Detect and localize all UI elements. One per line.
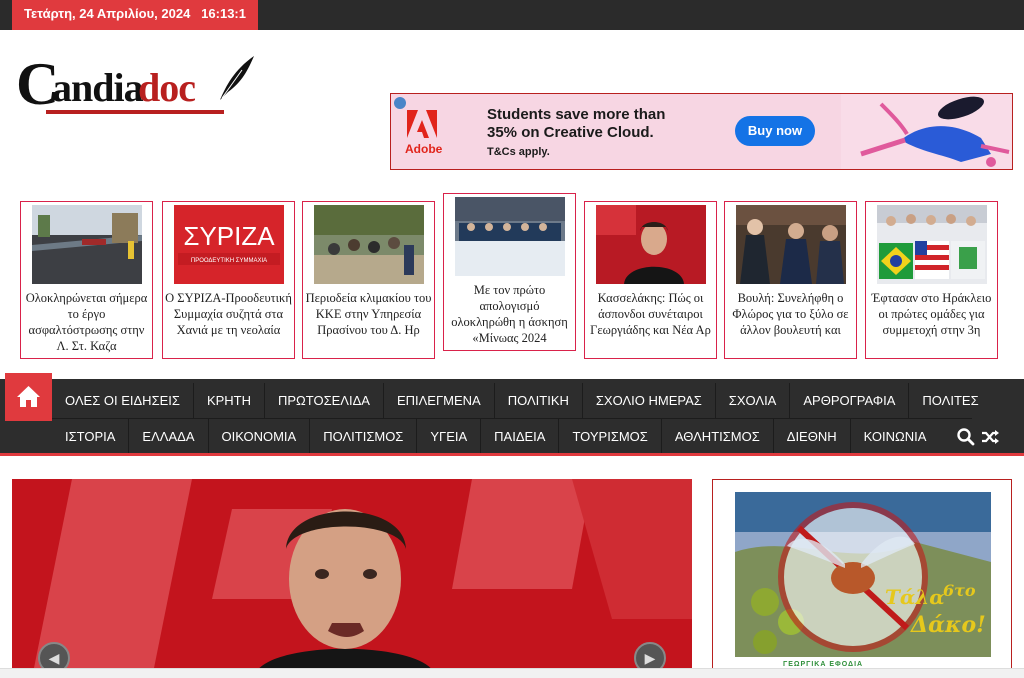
news-card[interactable]: Κασσελάκης: Πώς οι άσπονδοι συνέταιροι Γ…	[584, 201, 717, 359]
home-icon	[17, 386, 40, 407]
nav-item-culture[interactable]: ΠΟΛΙΤΙΣΜΟΣ	[310, 419, 418, 455]
news-card[interactable]: Έφτασαν στο Ηράκλειο οι πρώτες ομάδες γι…	[865, 201, 998, 359]
ad-brand: Adobe	[405, 142, 443, 156]
sidebar-ad[interactable]: Τάλα 6το Δάκο! ΓΕΩΡΓΙΚΑ ΕΦΟΔΙΑ	[712, 479, 1012, 678]
card-thumbnail	[455, 197, 565, 276]
card-title[interactable]: Περιοδεία κλιμακίου του ΚΚΕ στην Υπηρεσί…	[305, 290, 432, 338]
nav-item-politics[interactable]: ΠΟΛΙΤΙΚΗ	[495, 383, 583, 419]
nav-item-comments[interactable]: ΣΧΟΛΙΑ	[716, 383, 791, 419]
olive-fly-ad-graphic: Τάλα 6το Δάκο!	[735, 492, 991, 657]
nav-item-education[interactable]: ΠΑΙΔΕΙΑ	[481, 419, 560, 455]
news-card[interactable]: Ολοκληρώνεται σήμερα το έργο ασφαλτόστρω…	[20, 201, 153, 359]
card-thumbnail	[736, 205, 846, 284]
nav-item-crete[interactable]: ΚΡΗΤΗ	[194, 383, 265, 419]
nav-item-sports[interactable]: ΑΘΛΗΤΙΣΜΟΣ	[662, 419, 774, 455]
ad-terms: T&Cs apply.	[487, 146, 550, 158]
bottom-ad-strip	[0, 668, 1024, 678]
card-title[interactable]: Με τον πρώτο απολογισμό ολοκληρώθη η άσκ…	[446, 282, 573, 346]
sidebar-ad-text-1: Τάλα	[885, 585, 945, 609]
sidebar-ad-image: Τάλα 6το Δάκο!	[735, 492, 991, 657]
quill-icon	[220, 56, 254, 100]
card-thumbnail	[32, 205, 142, 284]
nav-item-selected[interactable]: ΕΠΙΛΕΓΜΕΝΑ	[384, 383, 495, 419]
card-title[interactable]: Ο ΣΥΡΙΖΑ-Προοδευτική Συμμαχία συζητά στα…	[165, 290, 292, 338]
adobe-logo-icon	[407, 110, 437, 138]
ad-buy-now-button[interactable]: Buy now	[735, 116, 815, 146]
ad-illustration	[841, 94, 1012, 169]
search-button[interactable]	[956, 427, 976, 447]
card-thumbnail	[877, 205, 987, 284]
card-title[interactable]: Έφτασαν στο Ηράκλειο οι πρώτες ομάδες γι…	[868, 290, 995, 338]
chevron-right-icon: ▶	[644, 650, 656, 666]
nav-item-society[interactable]: ΚΟΙΝΩΝΙΑ	[851, 419, 940, 455]
news-card[interactable]: Βουλή: Συνελήφθη ο Φλώρος για το ξύλο σε…	[724, 201, 857, 359]
sidebar-ad-text-2: 6το	[943, 581, 976, 600]
nav-item-all-news[interactable]: ΟΛΕΣ ΟΙ ΕΙΔΗΣΕΙΣ	[52, 383, 194, 419]
shuffle-icon	[982, 430, 999, 444]
random-article-button[interactable]	[980, 427, 1000, 447]
nav-item-history[interactable]: ΙΣΤΟΡΙΑ	[52, 419, 130, 455]
sidebar-ad-text-3: Δάκο!	[910, 612, 986, 638]
nav-bottom-accent	[0, 453, 1024, 456]
nav-item-citizens[interactable]: ΠΟΛΙΤΕΣ	[909, 383, 991, 419]
home-button[interactable]	[5, 373, 52, 421]
featured-slider[interactable]	[12, 479, 692, 678]
adobe-ad-banner[interactable]: ▷ ✕ Adobe Students save more than 35% on…	[390, 93, 1013, 170]
nav-row-primary: ΟΛΕΣ ΟΙ ΕΙΔΗΣΕΙΣ ΚΡΗΤΗ ΠΡΩΤΟΣΕΛΙΔΑ ΕΠΙΛΕ…	[52, 383, 992, 419]
featured-image	[12, 479, 692, 678]
syriza-logo-subtitle: ΠΡΟΟΔΕΥΤΙΚΗ ΣΥΜΜΑΧΙΑ	[191, 258, 267, 264]
ad-headline: Students save more than 35% on Creative …	[487, 106, 666, 141]
syriza-logo-text: ΣΥΡΙΖΑ	[183, 221, 275, 251]
card-thumbnail	[314, 205, 424, 284]
news-card[interactable]: ΣΥΡΙΖΑ ΠΡΟΟΔΕΥΤΙΚΗ ΣΥΜΜΑΧΙΑ Ο ΣΥΡΙΖΑ-Προ…	[162, 201, 295, 359]
current-time: 16:13:1	[201, 6, 246, 21]
nav-item-health[interactable]: ΥΓΕΙΑ	[417, 419, 482, 455]
logo-text-doc: doc	[138, 65, 196, 110]
nav-item-greece[interactable]: ΕΛΛΑΔΑ	[129, 419, 209, 455]
sidebar-ad-footer-text: ΓΕΩΡΓΙΚΑ ΕΦΟΔΙΑ	[783, 661, 864, 668]
nav-item-economy[interactable]: ΟΙΚΟΝΟΜΙΑ	[209, 419, 311, 455]
nav-item-tourism[interactable]: ΤΟΥΡΙΣΜΟΣ	[559, 419, 662, 455]
nav-item-front-pages[interactable]: ΠΡΩΤΟΣΕΛΙΔΑ	[265, 383, 384, 419]
date-time-box: Τετάρτη, 24 Απριλίου, 2024 16:13:1	[12, 0, 258, 30]
logo-underline	[46, 110, 224, 114]
news-card[interactable]: Περιοδεία κλιμακίου του ΚΚΕ στην Υπηρεσί…	[302, 201, 435, 359]
search-icon	[957, 428, 975, 446]
card-title[interactable]: Κασσελάκης: Πώς οι άσπονδοι συνέταιροι Γ…	[587, 290, 714, 338]
nav-item-comment-of-day[interactable]: ΣΧΟΛΙΟ ΗΜΕΡΑΣ	[583, 383, 716, 419]
top-bar: Τετάρτη, 24 Απριλίου, 2024 16:13:1	[0, 0, 1024, 30]
current-date: Τετάρτη, 24 Απριλίου, 2024	[24, 6, 191, 21]
card-thumbnail	[596, 205, 706, 284]
ad-info-icon[interactable]	[394, 97, 406, 109]
card-title[interactable]: Βουλή: Συνελήφθη ο Φλώρος για το ξύλο σε…	[727, 290, 854, 338]
site-logo[interactable]: C andia doc	[16, 52, 261, 124]
nav-item-international[interactable]: ΔΙΕΘΝΗ	[774, 419, 851, 455]
chevron-left-icon: ◀	[48, 650, 60, 666]
nav-item-articles[interactable]: ΑΡΘΡΟΓΡΑΦΙΑ	[790, 383, 910, 419]
card-title[interactable]: Ολοκληρώνεται σήμερα το έργο ασφαλτόστρω…	[23, 290, 150, 354]
nav-row-secondary: ΙΣΤΟΡΙΑ ΕΛΛΑΔΑ ΟΙΚΟΝΟΜΙΑ ΠΟΛΙΤΙΣΜΟΣ ΥΓΕΙ…	[52, 419, 939, 455]
card-thumbnail: ΣΥΡΙΖΑ ΠΡΟΟΔΕΥΤΙΚΗ ΣΥΜΜΑΧΙΑ	[174, 205, 284, 284]
news-card[interactable]: Με τον πρώτο απολογισμό ολοκληρώθη η άσκ…	[443, 193, 576, 351]
logo-text-andia: andia	[52, 65, 144, 110]
